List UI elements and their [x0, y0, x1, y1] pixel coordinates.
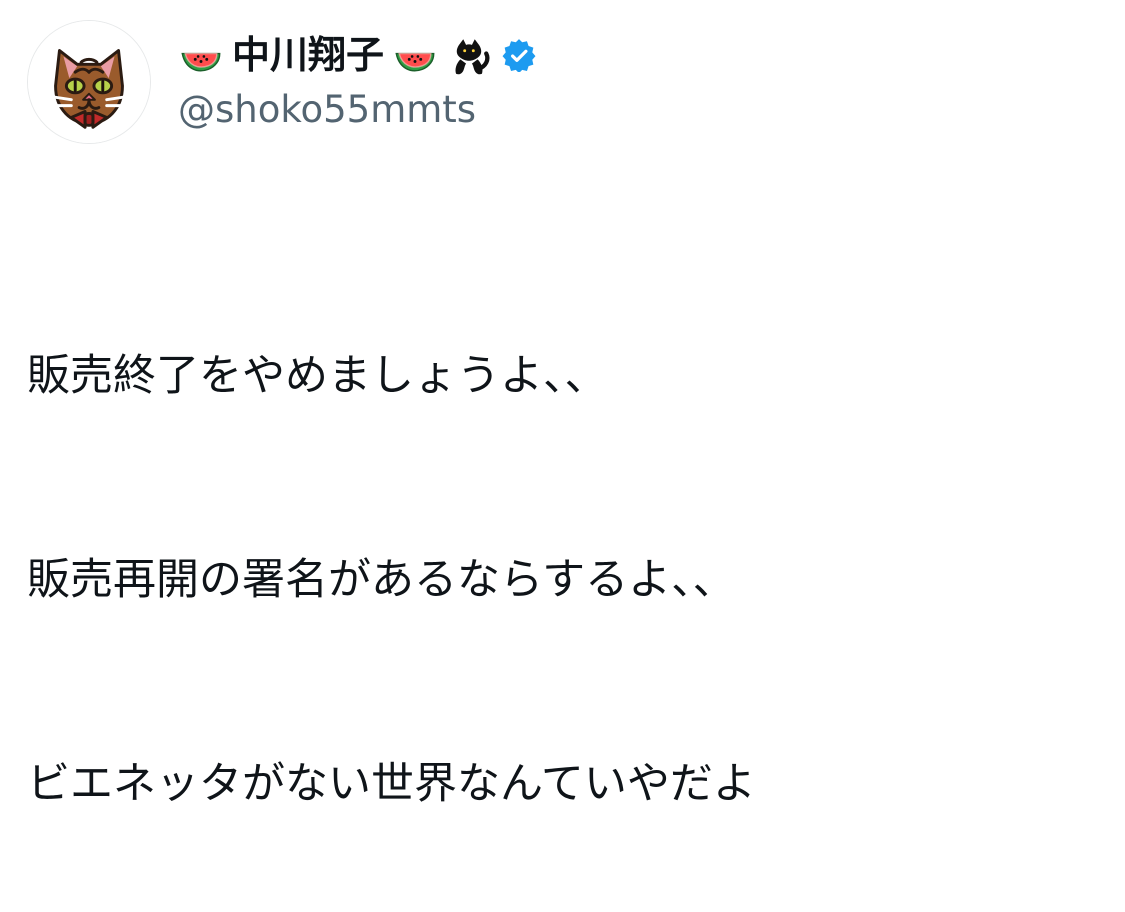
- tweet-line: ビエネッタがない世界なんていやだよ: [27, 759, 756, 809]
- display-name[interactable]: 中川翔子: [232, 36, 384, 74]
- avatar[interactable]: [27, 20, 151, 144]
- display-name-row[interactable]: 中川翔子: [178, 28, 1098, 82]
- user-handle[interactable]: @shoko55mmts: [178, 89, 1098, 131]
- watermelon-icon: [392, 32, 438, 78]
- black-cat-icon: [446, 32, 492, 78]
- tweet-line: 販売再開の署名があるならするよ、、: [27, 555, 736, 605]
- verified-badge-icon[interactable]: [502, 38, 536, 72]
- cat-avatar-icon: [28, 21, 150, 143]
- watermelon-icon: [178, 32, 224, 78]
- tweet-text: 販売終了をやめましょうよ、、 販売再開の署名があるならするよ、、 ビエネッタがな…: [27, 206, 1087, 809]
- tweet-header: 中川翔子 @shoko55mmts: [178, 28, 1098, 138]
- tweet-line: 販売終了をやめましょうよ、、: [27, 351, 608, 401]
- tweet-card: 中川翔子 @shoko55mmts 販売終了をやめましょうよ、、 販売再開の署名…: [0, 0, 1125, 809]
